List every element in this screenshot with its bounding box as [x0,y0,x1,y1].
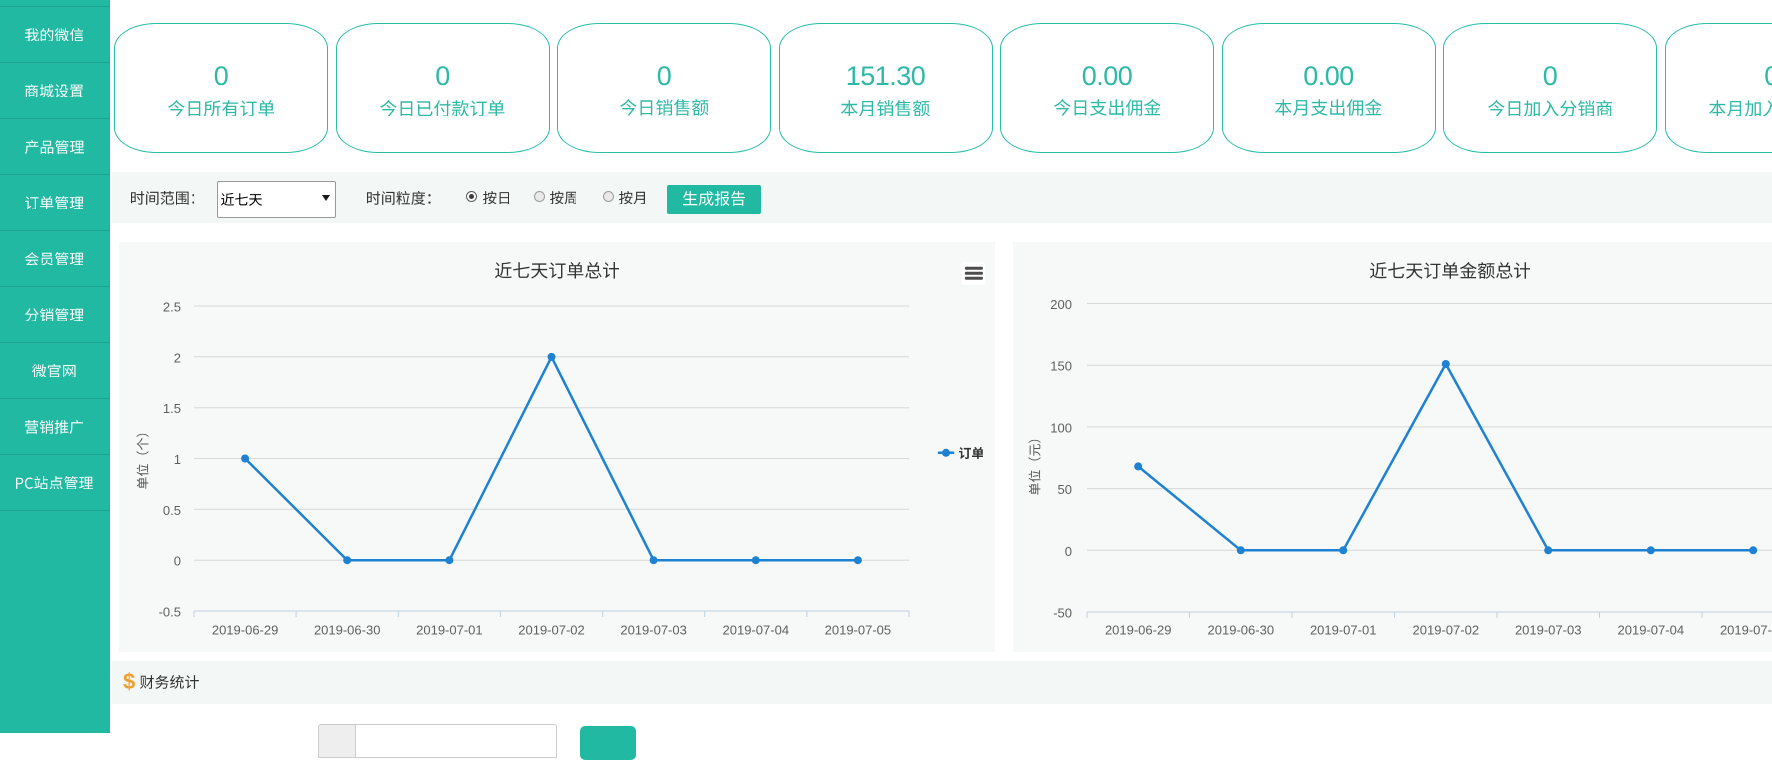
svg-text:100: 100 [1050,420,1072,435]
svg-text:2019-07-03: 2019-07-03 [620,622,687,637]
svg-text:2: 2 [174,350,181,365]
svg-text:50: 50 [1058,482,1072,497]
svg-text:2.5: 2.5 [163,300,181,315]
svg-text:2019-07-02: 2019-07-02 [518,622,585,637]
svg-text:200: 200 [1050,297,1072,312]
svg-text:0: 0 [1065,544,1072,559]
svg-text:2019-06-29: 2019-06-29 [212,622,278,637]
svg-text:2019-07-04: 2019-07-04 [1618,622,1685,637]
svg-text:2019-06-30: 2019-06-30 [314,622,381,637]
svg-text:2019-07-02: 2019-07-02 [1413,622,1480,637]
svg-text:2019-07-05: 2019-07-05 [1720,622,1772,637]
svg-text:2019-07-05: 2019-07-05 [825,622,892,637]
svg-text:1: 1 [174,452,181,467]
svg-text:0.5: 0.5 [163,503,181,518]
svg-text:0: 0 [174,554,181,569]
svg-text:2019-07-01: 2019-07-01 [1310,622,1377,637]
svg-text:2019-07-01: 2019-07-01 [416,622,483,637]
svg-text:2019-06-29: 2019-06-29 [1105,622,1172,637]
svg-text:1.5: 1.5 [163,401,181,416]
svg-text:2019-07-04: 2019-07-04 [723,622,790,637]
svg-text:-50: -50 [1053,606,1072,621]
svg-text:-0.5: -0.5 [159,605,181,620]
svg-text:150: 150 [1050,359,1072,374]
svg-text:2019-06-30: 2019-06-30 [1208,622,1275,637]
svg-text:2019-07-03: 2019-07-03 [1515,622,1582,637]
